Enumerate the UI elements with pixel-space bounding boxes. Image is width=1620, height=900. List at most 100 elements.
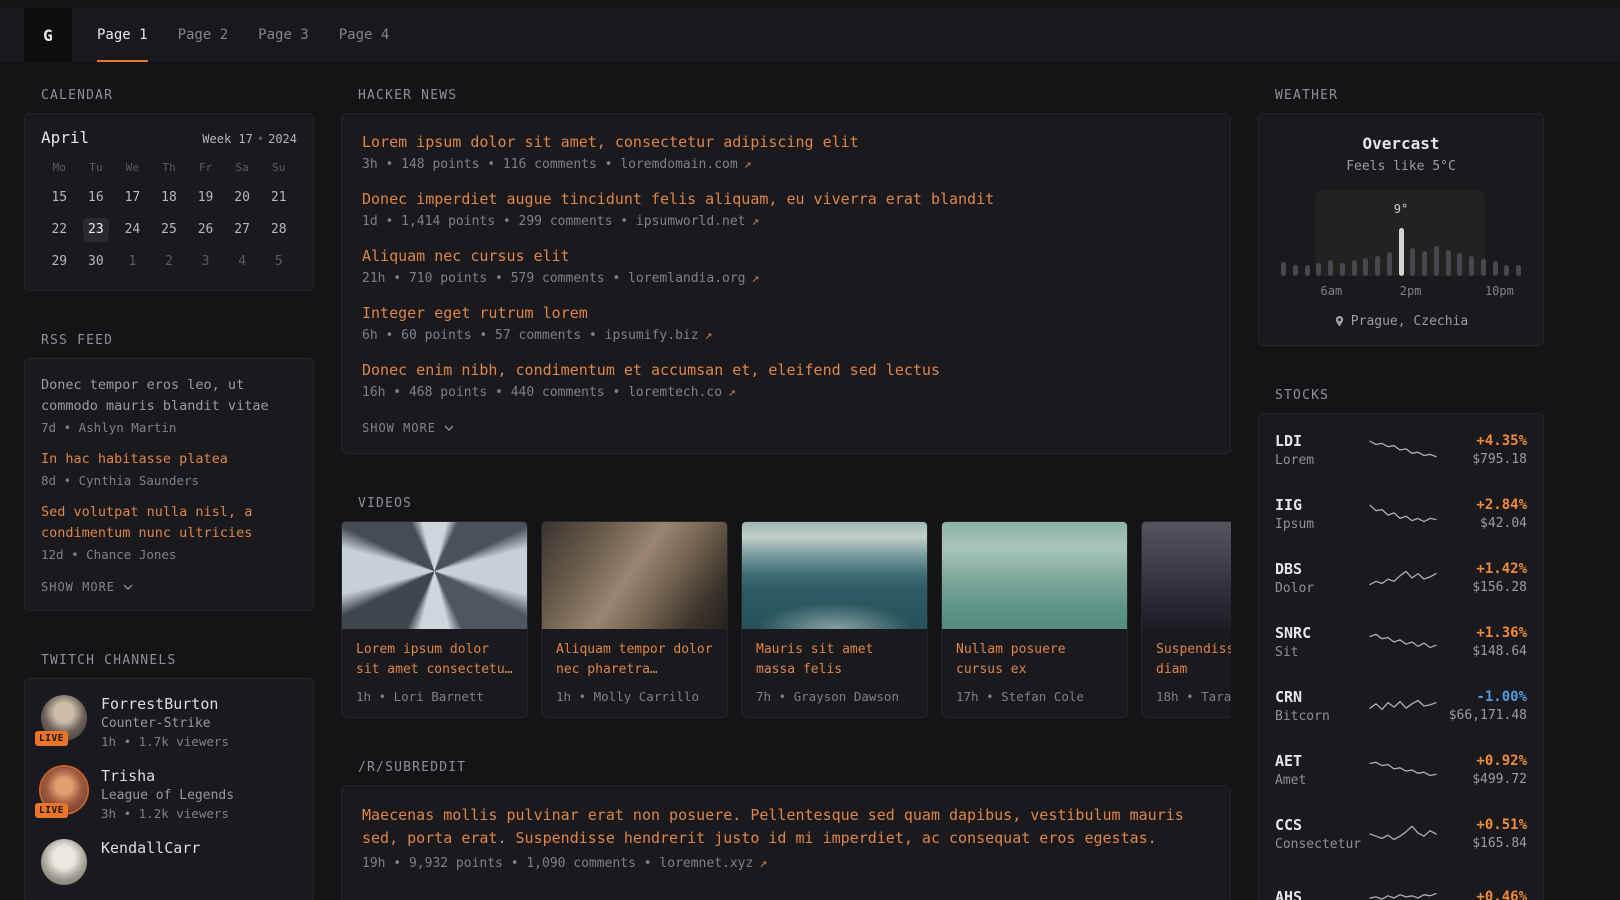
sparkline-graph <box>1369 565 1437 591</box>
avatar-image <box>41 839 87 885</box>
stock-values: -1.00% $66,171.48 <box>1439 689 1527 723</box>
calendar-day: 17 <box>114 186 151 210</box>
temp-bar <box>1293 265 1298 276</box>
weather-feels-like: Feels like 5°C <box>1275 159 1527 174</box>
channel-info: Trisha League of Legends 3h • 1.2k viewe… <box>101 767 234 821</box>
rss-item[interactable]: Donec tempor eros leo, ut commodo mauris… <box>41 375 297 435</box>
stock-id: AET Amet <box>1275 752 1369 788</box>
app-logo[interactable]: G <box>24 8 72 62</box>
calendar-card: April Week 17•2024 Mo Tu We Th Fr Sa Su … <box>24 113 314 291</box>
stock-row[interactable]: CCS Consectetur +0.51% $165.84 <box>1275 802 1527 866</box>
stock-row[interactable]: DBS Dolor +1.42% $156.28 <box>1275 546 1527 610</box>
twitch-channel[interactable]: KendallCarr <box>41 839 297 885</box>
stock-row[interactable]: AET Amet +0.92% $499.72 <box>1275 738 1527 802</box>
tab-page-3[interactable]: Page 3 <box>243 8 324 62</box>
stock-row[interactable]: IIG Ipsum +2.84% $42.04 <box>1275 482 1527 546</box>
video-card[interactable]: Suspendisse diam 18h • Tara <box>1141 521 1231 718</box>
stock-price: $66,171.48 <box>1439 708 1527 723</box>
video-card[interactable]: Mauris sit amet massa felis 7h • Grayson… <box>741 521 928 718</box>
stock-sparkline <box>1369 821 1439 847</box>
tab-page-1[interactable]: Page 1 <box>82 8 163 62</box>
news-show-more-button[interactable]: SHOW MORE <box>362 417 454 441</box>
stock-change: -1.00% <box>1439 689 1527 705</box>
video-title-link[interactable]: Aliquam tempor dolor nec pharetra… <box>556 640 713 680</box>
video-title-link[interactable]: Nullam posuere cursus ex <box>956 640 1113 680</box>
show-more-label: SHOW MORE <box>41 580 115 594</box>
news-title-link[interactable]: Aliquam nec cursus elit <box>362 246 1210 267</box>
weather-card: Overcast Feels like 5°C 9° 6am 2pm 10pm … <box>1258 113 1544 346</box>
video-thumbnail[interactable] <box>342 522 527 629</box>
video-thumbnail[interactable] <box>742 522 927 629</box>
rss-item-title[interactable]: In hac habitasse platea <box>41 449 297 470</box>
calendar-day-header: Su <box>260 161 297 178</box>
stock-name: Consectetur <box>1275 837 1369 852</box>
news-meta-text: 3h • 148 points • 116 comments • loremdo… <box>362 157 738 172</box>
sparkline-graph <box>1369 693 1437 719</box>
temp-bar <box>1387 252 1392 276</box>
calendar-day: 15 <box>41 186 78 210</box>
rss-item-title[interactable]: Donec tempor eros leo, ut commodo mauris… <box>41 375 297 417</box>
news-title-link[interactable]: Lorem ipsum dolor sit amet, consectetur … <box>362 132 1210 153</box>
calendar-day: 21 <box>260 186 297 210</box>
external-link-icon[interactable]: ↗ <box>752 271 760 286</box>
stocks-card: LDI Lorem +4.35% $795.18 IIG Ipsum <box>1258 413 1544 900</box>
time-axis: 6am 2pm 10pm <box>1281 284 1521 300</box>
video-thumbnail[interactable] <box>942 522 1127 629</box>
external-link-icon[interactable]: ↗ <box>728 385 736 400</box>
news-meta: 1d • 1,414 points • 299 comments • ipsum… <box>362 214 1210 229</box>
calendar-day: 16 <box>78 186 115 210</box>
reddit-post-title-link[interactable]: Maecenas mollis pulvinar erat non posuer… <box>362 804 1210 850</box>
external-link-icon[interactable]: ↗ <box>752 214 760 229</box>
stock-row[interactable]: SNRC Sit +1.36% $148.64 <box>1275 610 1527 674</box>
video-card[interactable]: Aliquam tempor dolor nec pharetra… 1h • … <box>541 521 728 718</box>
stock-sparkline <box>1369 757 1439 783</box>
map-pin-icon <box>1334 315 1345 328</box>
video-card[interactable]: Nullam posuere cursus ex 17h • Stefan Co… <box>941 521 1128 718</box>
stock-name: Dolor <box>1275 581 1369 596</box>
rss-show-more-button[interactable]: SHOW MORE <box>41 576 133 600</box>
rss-item-title[interactable]: Sed volutpat nulla nisl, a condimentum n… <box>41 502 297 544</box>
stock-row[interactable]: LDI Lorem +4.35% $795.18 <box>1275 418 1527 482</box>
rss-item[interactable]: Sed volutpat nulla nisl, a condimentum n… <box>41 502 297 562</box>
calendar-week-year: Week 17•2024 <box>202 132 297 146</box>
stock-name: Lorem <box>1275 453 1369 468</box>
sparkline-graph <box>1369 757 1437 783</box>
stock-row[interactable]: AHS +0.46% <box>1275 866 1527 900</box>
channel-name[interactable]: Trisha <box>101 767 234 785</box>
calendar-day: 22 <box>41 218 78 242</box>
video-card[interactable]: Lorem ipsum dolor sit amet consectetu… 1… <box>341 521 528 718</box>
video-thumbnail[interactable] <box>1142 522 1231 629</box>
rss-item[interactable]: In hac habitasse platea 8d • Cynthia Sau… <box>41 449 297 488</box>
video-title-link[interactable]: Lorem ipsum dolor sit amet consectetu… <box>356 640 513 680</box>
video-title-link[interactable]: Suspendisse diam <box>1156 640 1231 680</box>
hacker-news-card: Lorem ipsum dolor sit amet, consectetur … <box>341 113 1231 454</box>
tab-page-4[interactable]: Page 4 <box>324 8 405 62</box>
external-link-icon[interactable]: ↗ <box>744 157 752 172</box>
temp-bar <box>1340 263 1345 276</box>
video-title-link[interactable]: Mauris sit amet massa felis <box>756 640 913 680</box>
page-tabs: Page 1 Page 2 Page 3 Page 4 <box>82 8 404 62</box>
stock-sparkline <box>1369 885 1439 900</box>
external-link-icon[interactable]: ↗ <box>705 328 713 343</box>
twitch-channel[interactable]: LIVE Trisha League of Legends 3h • 1.2k … <box>41 767 297 821</box>
video-meta: 1h • Molly Carrillo <box>556 689 713 704</box>
news-title-link[interactable]: Donec imperdiet augue tincidunt felis al… <box>362 189 1210 210</box>
stock-id: LDI Lorem <box>1275 432 1369 468</box>
tab-page-2[interactable]: Page 2 <box>163 8 244 62</box>
stock-id: CCS Consectetur <box>1275 816 1369 852</box>
stock-change: +1.42% <box>1439 561 1527 577</box>
channel-name[interactable]: ForrestBurton <box>101 695 229 713</box>
twitch-widget: TWITCH CHANNELS LIVE ForrestBurton Count… <box>24 653 314 900</box>
top-nav: G Page 1 Page 2 Page 3 Page 4 <box>0 8 1620 62</box>
videos-widget: VIDEOS Lorem ipsum dolor sit amet consec… <box>341 496 1231 718</box>
external-link-icon[interactable]: ↗ <box>759 856 767 871</box>
stocks-widget-title: STOCKS <box>1275 388 1544 403</box>
news-title-link[interactable]: Donec enim nibh, condimentum et accumsan… <box>362 360 1210 381</box>
video-thumbnail[interactable] <box>542 522 727 629</box>
news-title-link[interactable]: Integer eget rutrum lorem <box>362 303 1210 324</box>
calendar-day-next-month: 5 <box>260 250 297 274</box>
stock-row[interactable]: CRN Bitcorn -1.00% $66,171.48 <box>1275 674 1527 738</box>
channel-name[interactable]: KendallCarr <box>101 839 200 857</box>
stock-id: CRN Bitcorn <box>1275 688 1369 724</box>
twitch-channel[interactable]: LIVE ForrestBurton Counter-Strike 1h • 1… <box>41 695 297 749</box>
